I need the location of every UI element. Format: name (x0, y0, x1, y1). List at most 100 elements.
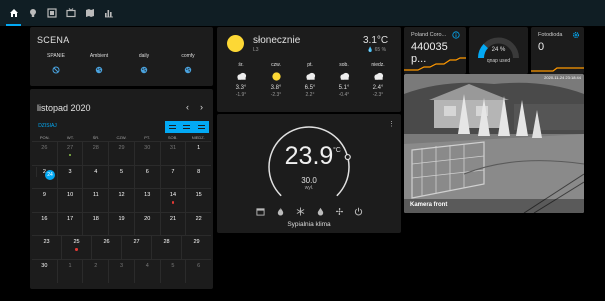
calendar-day[interactable]: 26 (32, 142, 57, 165)
calendar-day-number: 10 (67, 192, 74, 199)
water-icon[interactable] (316, 207, 325, 216)
view-day-icon[interactable] (193, 122, 208, 132)
calendar-day-number: 25 (73, 239, 80, 246)
calendar-day[interactable]: 5 (108, 165, 134, 189)
sensor-label: Fotodioda (538, 32, 563, 38)
calendar-day[interactable]: 5 (159, 259, 186, 283)
calendar-day[interactable]: 8 (185, 165, 211, 189)
fan-icon[interactable] (335, 207, 344, 216)
calendar-day[interactable]: 29 (108, 142, 134, 165)
calendar-day[interactable]: 16 (32, 213, 57, 236)
calendar-day[interactable]: 3 (108, 259, 134, 283)
camera-caption-bar: Kamera front (404, 199, 584, 213)
calendar-day[interactable]: 29 (181, 236, 211, 259)
calendar-day[interactable]: 21 (159, 212, 186, 236)
calendar-day-number: 12 (118, 192, 125, 199)
event-dot (171, 201, 175, 204)
tv-icon (65, 8, 76, 18)
calendar-icon[interactable] (256, 207, 265, 216)
forecast-day: sob. 5.1° -0.4° (329, 62, 359, 98)
chevron-right-icon[interactable]: › (200, 102, 203, 112)
view-week-icon[interactable] (179, 122, 194, 132)
weekday-label: PT. (144, 135, 150, 140)
calendar-day[interactable]: 19 (108, 212, 134, 236)
forecast-day-label: niedz. (371, 62, 385, 68)
gauge-card-qnap[interactable]: 24 % qnap used (469, 27, 528, 74)
scene-button-daily[interactable]: daily (124, 53, 164, 74)
calendar-day-today[interactable]: 24 (36, 167, 63, 180)
calendar-view-switcher (165, 121, 209, 133)
scene-button-sleep[interactable]: SPANIE (36, 53, 76, 74)
calendar-day[interactable]: 10 (56, 189, 83, 212)
calendar-day[interactable]: 13 (133, 189, 160, 212)
today-button[interactable]: DZISIAJ (34, 121, 61, 131)
weekday-label: CZW. (116, 135, 127, 140)
scene-button-comfy[interactable]: comfy (168, 53, 208, 74)
calendar-day[interactable]: 22 (185, 212, 211, 236)
calendar-day[interactable]: 20 (133, 212, 160, 236)
scene-button-ambient[interactable]: Ambient (79, 53, 119, 74)
calendar-day[interactable]: 4 (82, 165, 108, 189)
calendar-day[interactable]: 14 (159, 189, 186, 212)
calendar-day[interactable]: 15 (185, 189, 211, 212)
flame-icon[interactable] (276, 207, 285, 216)
camera-feed-front[interactable]: 2020-11-24 23:18:44 Kamera front (404, 74, 584, 213)
power-icon[interactable] (354, 207, 363, 216)
tab-map[interactable] (80, 0, 99, 26)
calendar-day[interactable]: 31 (159, 142, 186, 165)
forecast-day: niedz. 2.4° -2.3° (363, 62, 393, 98)
cloudy-icon (339, 72, 349, 80)
weather-location: L3 (253, 47, 259, 53)
calendar-day[interactable]: 28 (82, 142, 108, 165)
view-month-icon[interactable] (166, 122, 180, 132)
calendar-day[interactable]: 6 (185, 259, 211, 283)
calendar-day-number: 23 (43, 239, 50, 246)
current-temperature: 23.9 (284, 142, 334, 170)
calendar-day[interactable]: 7 (159, 165, 186, 189)
calendar-day[interactable]: 27 (56, 142, 83, 165)
sensor-card-corona[interactable]: Poland Coro... 440035 p... (404, 27, 466, 74)
calendar-day[interactable]: 18 (82, 212, 108, 236)
calendar-day[interactable]: 28 (151, 236, 181, 259)
forecast-low: -0.4° (338, 92, 350, 98)
calendar-day-number: 7 (171, 168, 175, 175)
weekday-label: WT. (66, 135, 74, 140)
weather-card[interactable]: słonecznie L3 3.1°C 💧 65 % śr. 3.3° -1.9° c… (217, 27, 401, 112)
calendar-day[interactable]: 6 (133, 165, 160, 189)
calendar-day-number: 6 (145, 168, 149, 175)
calendar-day-number: 22 (195, 215, 202, 222)
home-icon (9, 9, 18, 17)
calendar-day[interactable]: 23 (32, 236, 61, 259)
calendar-day[interactable]: 1 (185, 142, 211, 165)
calendar-day[interactable]: 30 (133, 142, 160, 165)
tab-history[interactable] (99, 0, 118, 26)
sensor-card-photodiode[interactable]: Fotodioda 0 (531, 27, 584, 74)
dial-handle[interactable] (344, 153, 351, 161)
tab-tv[interactable] (61, 0, 80, 26)
calendar-day[interactable]: 27 (121, 236, 151, 259)
sensor-label: Poland Coro... (411, 32, 447, 38)
calendar-day-number: 19 (118, 215, 125, 222)
calendar-day[interactable]: 30 (32, 260, 57, 283)
tab-lights[interactable] (23, 0, 42, 26)
calendar-day[interactable]: 25 (61, 236, 91, 259)
calendar-day[interactable]: 26 (91, 236, 121, 259)
calendar-day[interactable]: 12 (108, 189, 134, 212)
forecast-high: 6.5° (304, 85, 316, 91)
calendar-day[interactable]: 1 (56, 259, 83, 283)
chevron-left-icon[interactable]: ‹ (186, 102, 189, 112)
event-dot (75, 248, 78, 251)
more-options-icon[interactable]: ⋮ (388, 120, 395, 128)
calendar-day[interactable]: 2 (82, 259, 108, 283)
calendar-day[interactable]: 4 (133, 259, 160, 283)
snowflake-icon[interactable] (296, 207, 305, 216)
calendar-day-number: 1 (68, 262, 72, 269)
calendar-day[interactable]: 17 (56, 212, 83, 236)
tab-home[interactable] (4, 0, 23, 26)
calendar-day[interactable]: 11 (82, 189, 108, 212)
weather-condition: słonecznie (253, 35, 301, 46)
calendar-day-number: 3 (119, 262, 124, 269)
calendar-day-number: 3 (68, 168, 72, 175)
tab-gallery[interactable] (42, 0, 61, 26)
calendar-day[interactable]: 9 (32, 189, 57, 212)
